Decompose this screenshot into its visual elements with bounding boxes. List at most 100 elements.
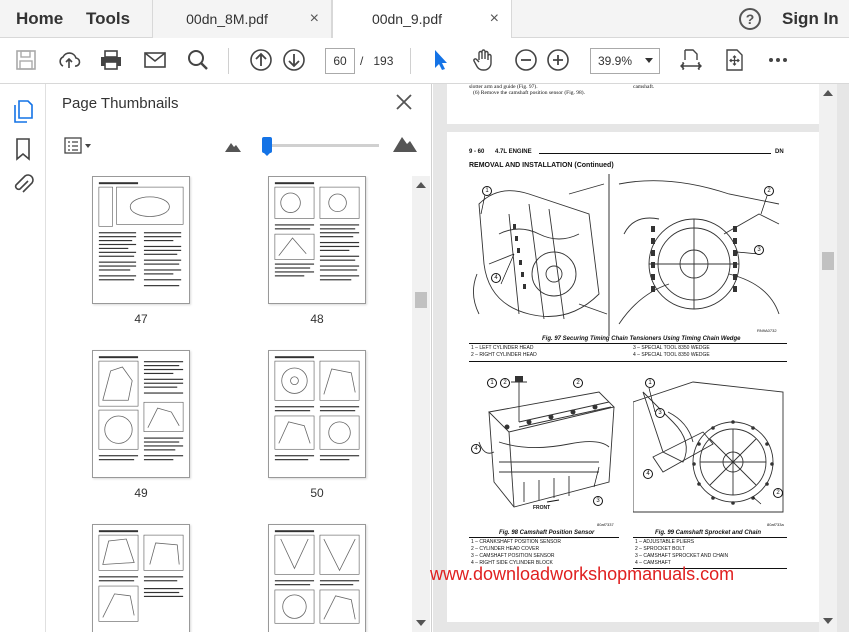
document-view[interactable]: slotter arm and guide (Fig. 97). (6) Rem… — [433, 84, 849, 632]
page-number-input[interactable]: 60 — [325, 48, 355, 74]
scroll-down-icon[interactable] — [823, 618, 833, 624]
callout-1: 1 — [482, 186, 492, 196]
document-tab-label: 00dn_8M.pdf — [186, 11, 268, 27]
zoom-out-icon[interactable] — [512, 46, 540, 74]
scroll-down-icon[interactable] — [416, 620, 426, 626]
scrollbar-thumb[interactable] — [822, 252, 834, 270]
scrollbar-thumb[interactable] — [415, 292, 427, 308]
fit-width-icon[interactable] — [677, 46, 705, 74]
next-page-icon[interactable] — [280, 46, 308, 74]
panel-scrollbar[interactable] — [412, 176, 430, 632]
legend-item: 3 – CAMSHAFT POSITION SENSOR — [471, 553, 555, 559]
legend-item: 3 – SPECIAL TOOL 8350 WEDGE — [633, 345, 710, 351]
legend-item: 1 – LEFT CYLINDER HEAD — [471, 345, 534, 351]
page-thumbnails-panel: Page Thumbnails 47 48 49 50 — [46, 84, 432, 632]
callout-3: 3 — [593, 496, 603, 506]
callout-4: 4 — [491, 273, 501, 283]
attachments-icon[interactable] — [10, 172, 36, 198]
page-header-title: 4.7L ENGINE — [495, 149, 532, 155]
zoom-value: 39.9% — [598, 54, 633, 68]
scroll-up-icon[interactable] — [416, 182, 426, 188]
page-thumbnail[interactable] — [268, 350, 366, 478]
figure-98-caption: Fig. 98 Camshaft Position Sensor — [499, 530, 595, 536]
legend-item: 2 – SPROCKET BOLT — [635, 546, 685, 552]
page-thumbnail[interactable] — [92, 350, 190, 478]
legend-item: 3 – CAMSHAFT SPROCKET AND CHAIN — [635, 553, 729, 559]
callout-4: 4 — [471, 444, 481, 454]
search-icon[interactable] — [184, 46, 212, 74]
caption-rule — [633, 537, 787, 538]
header-rule — [539, 153, 771, 154]
callout-4: 4 — [643, 469, 653, 479]
thumbnail-page-number: 47 — [134, 312, 148, 326]
fit-page-icon[interactable] — [720, 46, 748, 74]
legend-item: 1 – CRANKSHAFT POSITION SENSOR — [471, 539, 561, 545]
close-tab-icon[interactable]: × — [310, 0, 319, 38]
figure-code: RN9A0732 — [757, 328, 777, 333]
callout-1: 1 — [487, 378, 497, 388]
toolbar-divider — [410, 48, 411, 74]
figure-97-caption: Fig. 97 Securing Timing Chain Tensioners… — [542, 336, 741, 342]
save-icon[interactable] — [12, 46, 40, 74]
zoom-level-select[interactable]: 39.9% — [590, 48, 660, 74]
figure-99-illustration — [633, 381, 784, 513]
page-separator: / — [360, 54, 364, 68]
callout-2: 2 — [573, 378, 583, 388]
thumbnail-size-slider[interactable] — [262, 137, 379, 156]
close-tab-icon[interactable]: × — [490, 0, 499, 38]
callout-3: 3 — [655, 408, 665, 418]
page-thumbnail[interactable] — [268, 524, 366, 632]
callout-2: 2 — [500, 378, 510, 388]
thumbnail-page-number: 49 — [134, 486, 148, 500]
upload-icon[interactable] — [55, 46, 83, 74]
thumbnail-page-number: 50 — [310, 486, 324, 500]
page-header-code: DN — [775, 149, 784, 155]
page-thumbnail[interactable] — [92, 524, 190, 632]
help-icon[interactable]: ? — [739, 8, 761, 30]
document-scrollbar[interactable] — [819, 84, 837, 632]
page-header-number: 9 - 60 — [469, 149, 485, 155]
front-label: FRONT — [533, 505, 551, 511]
scroll-up-icon[interactable] — [823, 90, 833, 96]
toolbar-divider — [228, 48, 229, 74]
page-thumbnail[interactable] — [92, 176, 190, 304]
page-thumbnail[interactable] — [268, 176, 366, 304]
tools-tab[interactable]: Tools — [86, 0, 130, 38]
print-icon[interactable] — [97, 46, 125, 74]
legend-item: 1 – ADJUSTABLE PLIERS — [635, 539, 695, 545]
thumbnail-list: 47 48 49 50 — [46, 176, 412, 632]
page-thumbnails-icon[interactable] — [10, 98, 36, 124]
caption-rule — [469, 343, 787, 344]
figure-97-illustration — [469, 174, 787, 336]
document-tab-00dn-8m[interactable]: 00dn_8M.pdf × — [152, 0, 332, 38]
chevron-down-icon — [645, 58, 653, 63]
email-icon[interactable] — [141, 46, 169, 74]
sign-in-button[interactable]: Sign In — [782, 0, 839, 38]
hand-icon[interactable] — [469, 46, 497, 74]
enlarge-thumbnails-icon[interactable] — [393, 134, 417, 157]
callout-2: 2 — [764, 186, 774, 196]
watermark-url: www.downloadworkshopmanuals.com — [430, 564, 735, 584]
legend-item: 4 – SPECIAL TOOL 8350 WEDGE — [633, 352, 710, 358]
shrink-thumbnails-icon[interactable] — [225, 139, 241, 157]
navigation-rail — [0, 84, 46, 632]
close-panel-icon[interactable] — [394, 92, 414, 112]
thumbnail-options-menu[interactable] — [64, 137, 94, 155]
zoom-in-icon[interactable] — [544, 46, 572, 74]
select-cursor-icon[interactable] — [426, 46, 454, 74]
prev-page-icon[interactable] — [247, 46, 275, 74]
caption-rule — [469, 361, 787, 362]
previous-page-text: (6) Remove the camshaft position sensor … — [473, 90, 585, 96]
bookmarks-icon[interactable] — [10, 136, 36, 162]
legend-item: 2 – RIGHT CYLINDER HEAD — [471, 352, 537, 358]
document-tab-label: 00dn_9.pdf — [371, 11, 443, 27]
previous-page: slotter arm and guide (Fig. 97). (6) Rem… — [447, 84, 819, 124]
thumbnail-page-number: 48 — [310, 312, 324, 326]
document-page: 9 - 60 4.7L ENGINE DN REMOVAL AND INSTAL… — [447, 132, 819, 622]
home-tab[interactable]: Home — [16, 0, 63, 38]
legend-item: 2 – CYLINDER HEAD COVER — [471, 546, 540, 552]
document-tab-00dn-9[interactable]: 00dn_9.pdf × — [332, 0, 512, 39]
slider-handle[interactable] — [262, 137, 272, 156]
more-icon[interactable] — [764, 46, 792, 74]
toolbar: 60 / 193 39.9% — [0, 38, 849, 84]
